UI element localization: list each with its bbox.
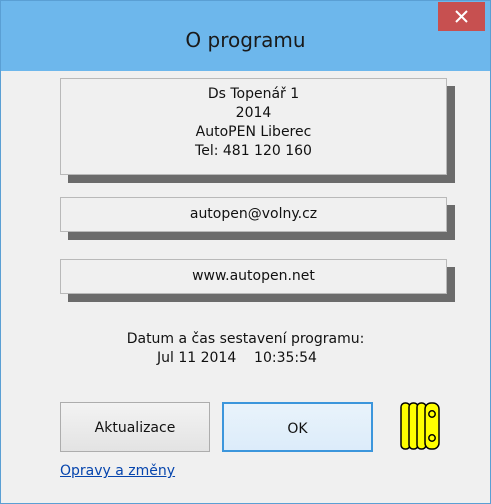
- company-info-panel: Ds Topenář 1 2014 AutoPEN Liberec Tel: 4…: [60, 78, 447, 175]
- info-line-year: 2014: [235, 105, 272, 121]
- dialog-body: Ds Topenář 1 2014 AutoPEN Liberec Tel: 4…: [9, 71, 482, 495]
- radiator-logo-icon: [393, 399, 449, 453]
- changes-link[interactable]: Opravy a změny: [60, 463, 175, 479]
- about-dialog: O programu Ds Topenář 1 2014 AutoPEN Lib…: [0, 0, 491, 504]
- update-button[interactable]: Aktualizace: [60, 402, 210, 452]
- dialog-title: O programu: [185, 28, 306, 52]
- info-line-company: AutoPEN Liberec: [195, 124, 312, 140]
- info-line-phone: Tel: 481 120 160: [195, 143, 312, 159]
- close-button[interactable]: [438, 2, 485, 31]
- close-icon: [455, 10, 468, 23]
- ok-button[interactable]: OK: [222, 402, 373, 452]
- email-button[interactable]: autopen@volny.cz: [60, 197, 447, 232]
- build-date-label: Datum a čas sestavení programu:: [126, 331, 365, 347]
- info-line-name: Ds Topenář 1: [207, 86, 300, 102]
- website-button[interactable]: www.autopen.net: [60, 259, 447, 294]
- title-bar[interactable]: O programu: [1, 1, 490, 71]
- build-date-value: Jul 11 2014 10:35:54: [157, 350, 317, 366]
